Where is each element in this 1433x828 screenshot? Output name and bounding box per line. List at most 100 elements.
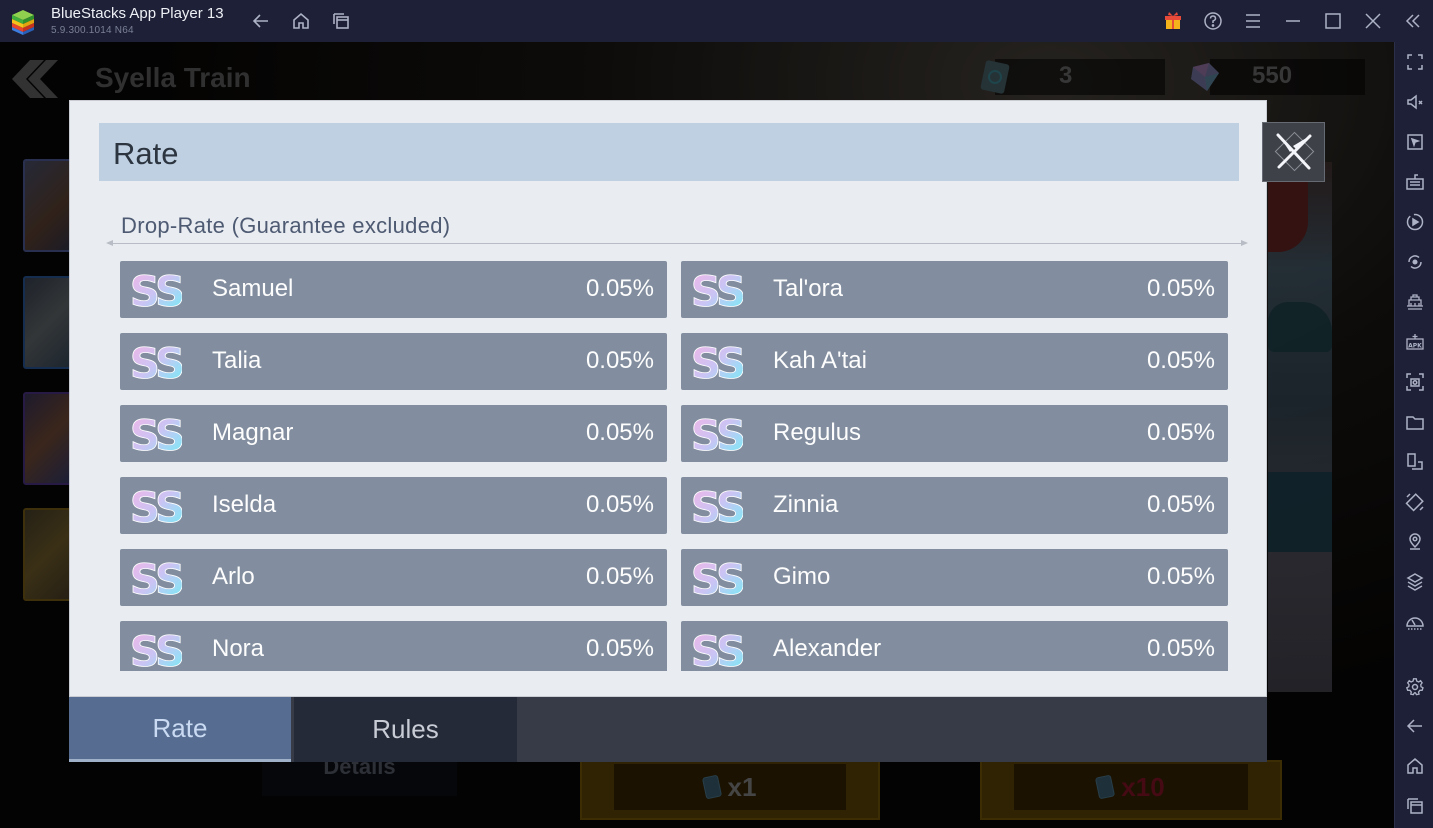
game-page-title: Syella Train [95, 62, 251, 93]
sidebar-location-button[interactable] [1404, 531, 1426, 553]
character-thumbnail[interactable] [23, 508, 73, 601]
svg-text:SS: SS [130, 340, 182, 384]
sidebar-folder-button[interactable] [1404, 411, 1426, 433]
drop-rate-value: 0.05% [585, 275, 654, 302]
ss-grade-badge-icon: SS [130, 484, 182, 528]
dialog-close-button[interactable] [1262, 122, 1325, 182]
drop-rate-row[interactable]: SS Zinnia 0.05% [681, 477, 1228, 534]
drop-rate-row[interactable]: SS Regulus 0.05% [681, 405, 1228, 462]
svg-text:SS: SS [130, 556, 182, 600]
drop-rate-heading: Drop-Rate (Guarantee excluded) [121, 213, 451, 238]
drop-rate-list[interactable]: SS Samuel 0.05% SS Tal'ora 0.05% SS Tali… [120, 261, 1230, 671]
maximize-icon [1325, 13, 1341, 29]
ticket-currency: 3 [975, 59, 1215, 95]
svg-text:SS: SS [691, 484, 743, 528]
hero-name: Nora [212, 635, 265, 662]
record-icon [1406, 213, 1424, 231]
svg-text:SS: SS [691, 628, 743, 671]
drop-rate-value: 0.05% [585, 491, 654, 518]
drop-rate-row[interactable]: SS Gimo 0.05% [681, 549, 1228, 606]
ss-grade-badge-icon: SS [130, 556, 182, 600]
svg-text:SS: SS [691, 556, 743, 600]
drop-rate-row[interactable]: SS Arlo 0.05% [120, 549, 667, 606]
gift-button[interactable] [1161, 9, 1185, 33]
svg-text:SS: SS [691, 268, 743, 312]
summon-x1-button[interactable]: x1 [580, 760, 880, 820]
character-thumbnail[interactable] [23, 392, 73, 485]
drop-rate-row[interactable]: SS Magnar 0.05% [120, 405, 667, 462]
minimize-button[interactable] [1281, 9, 1305, 33]
hero-name: Talia [212, 347, 262, 374]
recent-apps-button[interactable] [329, 9, 353, 33]
drop-rate-row[interactable]: SS Iselda 0.05% [120, 477, 667, 534]
sidebar-apk-button[interactable]: APK [1404, 331, 1426, 353]
drop-rate-row[interactable]: SS Alexander 0.05% [681, 621, 1228, 671]
ss-grade-badge-icon: SS [691, 340, 743, 384]
sidebar-multi-instance-button[interactable] [1404, 451, 1426, 473]
sidebar-screenshot-button[interactable] [1404, 371, 1426, 393]
close-window-button[interactable] [1361, 9, 1385, 33]
folder-icon [1406, 416, 1424, 430]
cursor-icon [1407, 134, 1423, 150]
sidebar-rotate-button[interactable] [1404, 491, 1426, 513]
drop-rate-value: 0.05% [1146, 275, 1215, 302]
summon-x10-label: x10 [1121, 771, 1165, 802]
hero-name: Tal'ora [773, 275, 843, 302]
drop-rate-row[interactable]: SS Kah A'tai 0.05% [681, 333, 1228, 390]
rotate-icon [1405, 493, 1424, 512]
summon-x10-button[interactable]: x10 [980, 760, 1282, 820]
screenshot-icon [1406, 373, 1424, 391]
sidebar-recent-button[interactable] [1404, 795, 1426, 817]
sidebar-pointer-button[interactable] [1404, 131, 1426, 153]
tab-rate[interactable]: Rate [69, 697, 291, 762]
drop-rate-value: 0.05% [585, 419, 654, 446]
sidebar-home-button[interactable] [1404, 755, 1426, 777]
sidebar-keyboard-button[interactable] [1404, 171, 1426, 193]
hero-name: Alexander [773, 635, 882, 662]
sidebar-macro-button[interactable] [1404, 211, 1426, 233]
sidebar-fullscreen-button[interactable] [1404, 51, 1426, 73]
game-back-button[interactable] [10, 58, 58, 100]
drop-rate-row[interactable]: SS Tal'ora 0.05% [681, 261, 1228, 318]
gear-icon [1405, 678, 1424, 696]
ss-grade-badge-icon: SS [691, 484, 743, 528]
menu-button[interactable] [1241, 9, 1265, 33]
sidebar-back-button[interactable] [1404, 715, 1426, 737]
sidebar-settings-button[interactable] [1404, 676, 1426, 698]
character-thumbnail[interactable] [23, 276, 73, 369]
home-icon [1407, 758, 1423, 774]
drop-rate-value: 0.05% [1146, 491, 1215, 518]
svg-text:SS: SS [130, 484, 182, 528]
hero-name: Magnar [212, 419, 294, 446]
help-icon [1204, 12, 1222, 30]
back-button[interactable] [249, 9, 273, 33]
fullscreen-icon [1407, 54, 1423, 70]
hero-name: Gimo [773, 563, 831, 590]
section-divider [106, 240, 1248, 246]
recent-apps-icon [333, 13, 349, 29]
drop-rate-row[interactable]: SS Samuel 0.05% [120, 261, 667, 318]
bluestacks-logo-icon [12, 10, 34, 35]
ticket-icon [980, 60, 1010, 94]
sidebar-sync-button[interactable] [1404, 251, 1426, 273]
drop-rate-value: 0.05% [585, 347, 654, 374]
dialog-title: Rate [113, 136, 179, 171]
hero-name: Regulus [773, 419, 862, 446]
home-button[interactable] [289, 9, 313, 33]
ss-grade-badge-icon: SS [130, 268, 182, 312]
character-thumbnail[interactable] [23, 159, 73, 252]
sidebar-eco-button[interactable] [1404, 291, 1426, 313]
tab-rules[interactable]: Rules [294, 697, 517, 762]
sidebar-layers-button[interactable] [1404, 571, 1426, 593]
sidebar-volume-button[interactable] [1404, 91, 1426, 113]
help-button[interactable] [1201, 9, 1225, 33]
drop-rate-row[interactable]: SS Talia 0.05% [120, 333, 667, 390]
collapse-sidebar-button[interactable] [1401, 9, 1425, 33]
collapse-sidebar-icon [1405, 14, 1420, 28]
drop-rate-row[interactable]: SS Nora 0.05% [120, 621, 667, 671]
home-icon [293, 12, 309, 29]
sidebar-speed-button[interactable] [1404, 611, 1426, 633]
maximize-button[interactable] [1321, 9, 1345, 33]
svg-text:SS: SS [130, 628, 182, 671]
location-icon [1409, 533, 1421, 550]
